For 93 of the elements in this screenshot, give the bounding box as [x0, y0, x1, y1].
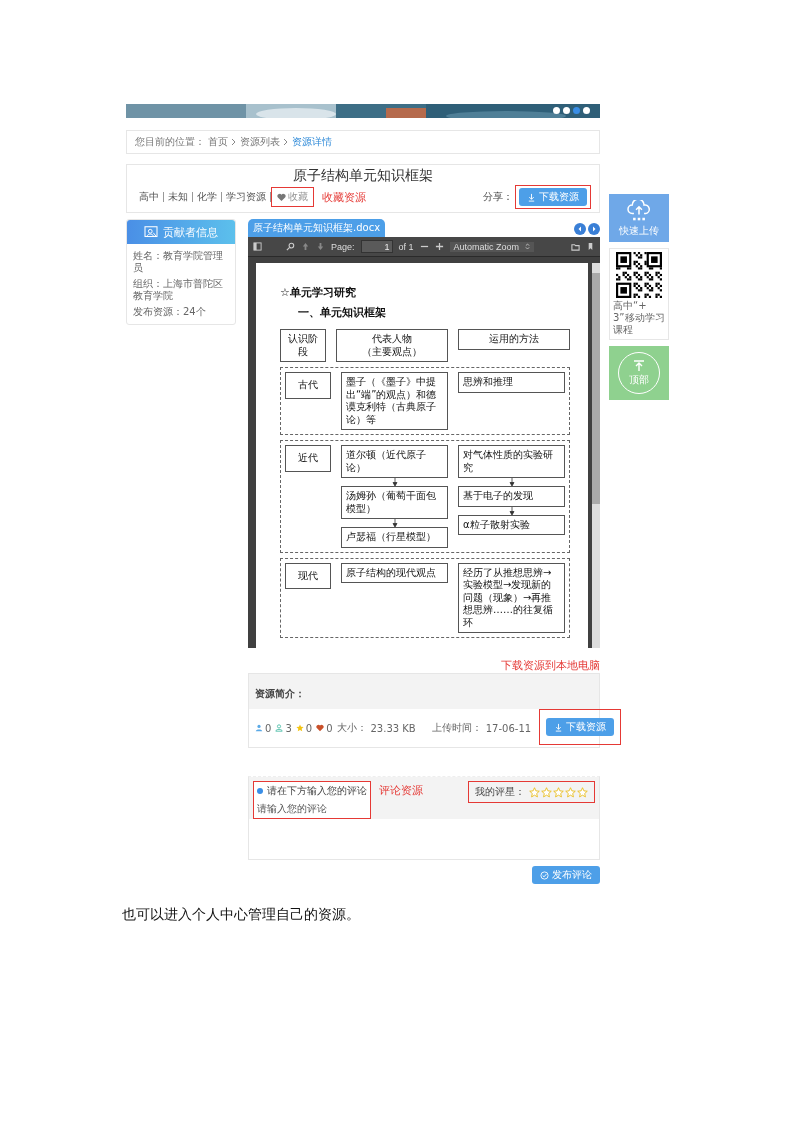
stat-count: 3 — [285, 722, 292, 734]
id-card-icon — [144, 226, 158, 238]
arrow-up-icon — [632, 359, 646, 372]
flowchart-node: 汤姆孙（葡萄干面包模型） — [341, 486, 448, 519]
document-subheading: 一、单元知识框架 — [297, 305, 387, 320]
sidebar-toggle-icon[interactable] — [253, 242, 262, 251]
next-button[interactable] — [588, 223, 600, 235]
download-icon — [554, 722, 564, 732]
submit-comment-button[interactable]: 发布评论 — [532, 866, 600, 884]
flowchart-node: 道尔顿（近代原子论） — [341, 445, 448, 478]
resource-title: 原子结构单元知识框架 — [292, 167, 434, 185]
carousel-dot[interactable] — [563, 107, 570, 114]
page-count: of 1 — [398, 241, 414, 252]
quick-upload-button[interactable]: 快速上传 — [609, 194, 669, 242]
flowchart-node: 对气体性质的实验研究 — [458, 445, 565, 478]
caret-icon — [525, 243, 531, 250]
upload-time-label: 上传时间： — [431, 721, 482, 735]
flowchart-node: 古代 — [285, 372, 331, 399]
flowchart-node: 代表人物 （主要观点） — [336, 329, 448, 362]
cloud-upload-icon — [626, 200, 652, 222]
page-number-field[interactable]: 1 — [360, 240, 393, 253]
zoom-in-icon[interactable] — [434, 242, 444, 251]
download-icon — [527, 192, 536, 202]
open-file-icon[interactable] — [571, 242, 580, 251]
intro-label: 资源简介： — [255, 688, 305, 699]
breadcrumb-link[interactable]: 首页 — [208, 135, 228, 149]
check-circle-icon — [540, 870, 549, 880]
stat-count: 0 — [265, 722, 272, 734]
body-text: 也可以进入个人中心管理自己的资源。 — [122, 906, 361, 924]
arrow-up-icon[interactable] — [301, 242, 310, 251]
heart-icon — [316, 724, 325, 732]
arrow-down-icon[interactable] — [316, 242, 325, 251]
download-button[interactable]: 下载资源 — [519, 188, 587, 206]
qr-caption: 高中“+3”移动学习课程 — [613, 300, 665, 336]
search-icon[interactable] — [286, 242, 295, 251]
flowchart-node: 经历了从推想思辨→实验模型→发现新的问题（现象）→再推想思辨……的往复循环 — [458, 562, 565, 633]
annotation-text: 收藏资源 — [322, 189, 366, 205]
down-arrow — [508, 478, 515, 486]
flowchart-node: 思辨和推理 — [458, 372, 565, 393]
flowchart-node: 墨子（《墨子》中提出“端”的观点）和德谟克利特（古典原子论）等 — [341, 372, 448, 430]
page-label: Page: — [331, 241, 355, 252]
previous-button[interactable] — [574, 223, 586, 235]
contributor-field: 组织：上海市普陀区教育学院 — [133, 278, 229, 302]
breadcrumb-label: 您目前的位置： — [135, 135, 205, 149]
user-icon — [275, 724, 284, 732]
contributor-field: 发布资源：24个 — [133, 306, 229, 318]
rating-label: 我的评星： — [475, 785, 525, 799]
heart-icon — [277, 192, 286, 202]
carousel-dot[interactable] — [573, 107, 580, 114]
qr-code — [616, 252, 662, 298]
bullet-icon — [257, 788, 263, 794]
chevron-icon — [231, 138, 237, 146]
stat-count: 0 — [326, 722, 333, 734]
tag-link[interactable]: 学习资源 — [222, 192, 271, 202]
flowchart-node: 原子结构的现代观点 — [341, 562, 448, 583]
contributor-title: 贡献者信息 — [163, 224, 218, 240]
flowchart-node: 现代 — [285, 562, 331, 589]
chevron-icon — [283, 138, 289, 146]
down-arrow — [391, 519, 398, 527]
zoom-select[interactable]: Automatic Zoom — [449, 241, 535, 252]
annotation-text: 下载资源到本地电脑 — [500, 658, 600, 673]
contributor-field: 姓名：教育学院管理员 — [133, 250, 229, 274]
flowchart-node: 基于电子的发现 — [458, 486, 565, 507]
breadcrumb-link[interactable]: 资源列表 — [240, 135, 280, 149]
favorite-button[interactable]: 收藏 — [275, 190, 310, 204]
document-tab[interactable]: 原子结构单元知识框架.docx — [248, 219, 386, 237]
comment-hint: 请在下方输入您的评论 — [267, 784, 367, 798]
flowchart-node: 卢瑟福（行星模型） — [341, 527, 448, 548]
tag-link[interactable]: 未知 — [164, 192, 193, 202]
tag-link[interactable]: 高中 — [135, 192, 164, 202]
bookmark-icon[interactable] — [586, 242, 595, 251]
annotation-text: 评论资源 — [379, 783, 423, 798]
star-rating[interactable] — [529, 786, 588, 798]
user-icon — [255, 724, 263, 732]
stat-count: 0 — [305, 722, 313, 734]
down-arrow — [508, 506, 515, 515]
carousel-dot[interactable] — [583, 107, 590, 114]
carousel-dot[interactable] — [553, 107, 560, 114]
flowchart-node: 运用的方法 — [458, 329, 570, 350]
flowchart-node: α粒子散射实验 — [458, 514, 565, 535]
document-heading: ☆单元学习研究 — [280, 285, 357, 300]
flowchart-node: 认识阶段 — [280, 329, 326, 362]
upload-time: 17-06-11 — [485, 722, 532, 734]
size-label: 大小： — [336, 721, 367, 735]
file-size: 23.33 KB — [370, 722, 416, 734]
star-icon — [295, 724, 304, 732]
share-label: 分享： — [483, 190, 513, 204]
scrollbar[interactable] — [592, 263, 600, 648]
flowchart-node: 近代 — [285, 445, 331, 472]
download-button[interactable]: 下载资源 — [546, 718, 615, 736]
breadcrumb-link[interactable]: 资源详情 — [292, 135, 332, 149]
tag-link[interactable]: 化学 — [193, 192, 222, 202]
down-arrow — [391, 478, 398, 486]
